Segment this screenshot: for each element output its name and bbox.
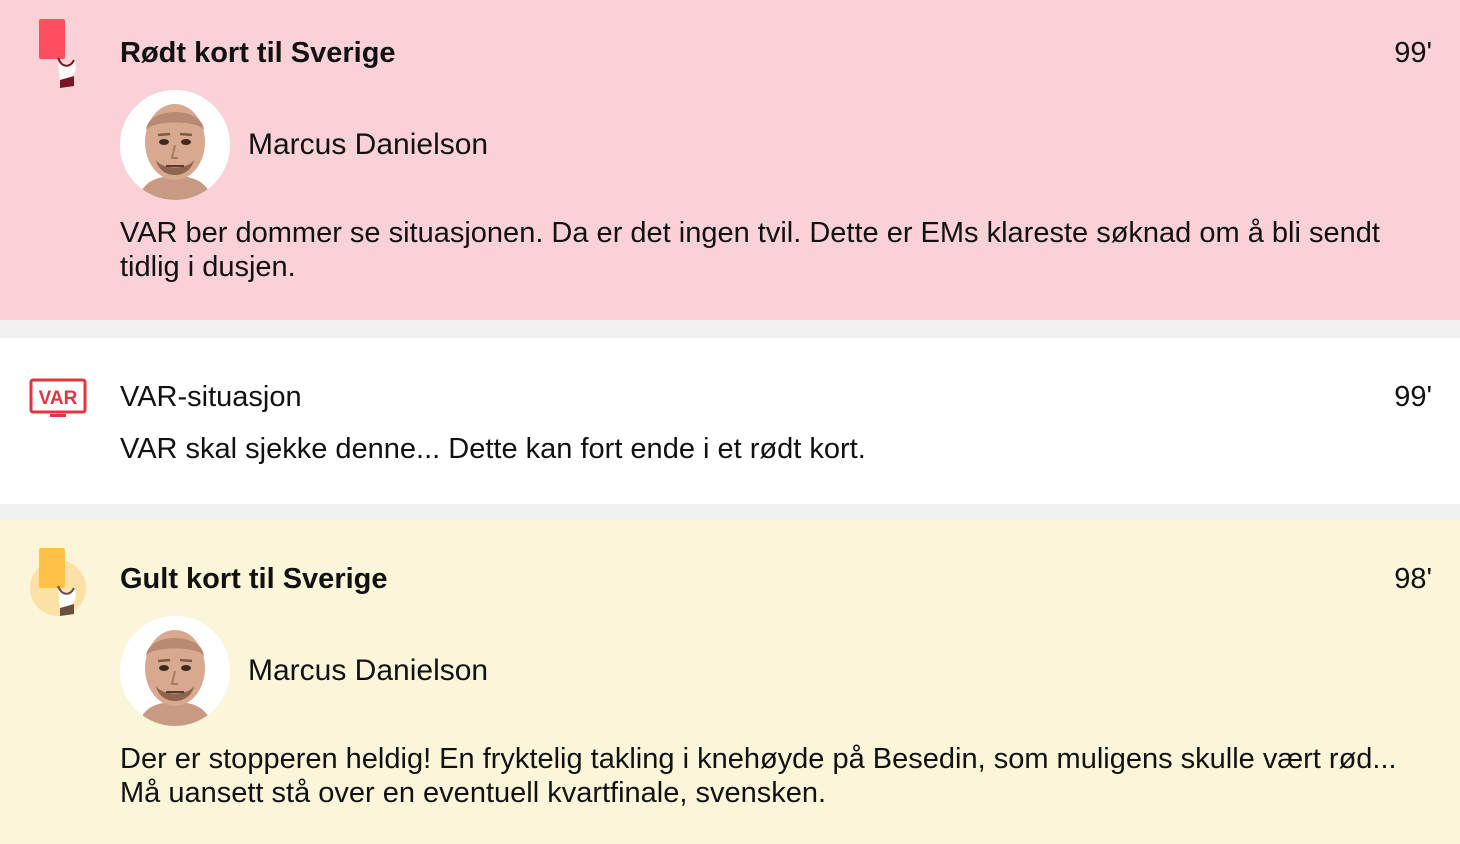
match-event-feed: Rødt kort til Sverige 99' Marcus Daniels… [0, 0, 1460, 844]
event-red-card: Rødt kort til Sverige 99' Marcus Daniels… [0, 0, 1460, 320]
event-text: VAR ber dommer se situasjonen. Da er det… [120, 217, 1380, 283]
player-name: Marcus Danielson [248, 128, 489, 161]
var-icon: VAR [24, 378, 94, 458]
player-avatar [120, 616, 230, 726]
red-card-icon [24, 16, 94, 96]
event-var: VAR VAR-situasjon 99' VAR skal sjekke de… [0, 338, 1460, 504]
event-text: VAR skal sjekke denne... Dette kan fort … [120, 433, 866, 465]
event-title: Gult kort til Sverige [120, 563, 388, 595]
player-avatar [120, 90, 230, 200]
player-name: Marcus Danielson [248, 654, 489, 687]
player-row[interactable]: Marcus Danielson [120, 616, 488, 726]
player-row[interactable]: Marcus Danielson [120, 90, 488, 200]
event-yellow-card: Gult kort til Sverige 98' Marcus Daniels… [0, 520, 1460, 844]
event-title: VAR-situasjon [120, 381, 302, 413]
event-title: Rødt kort til Sverige [120, 37, 396, 69]
event-minute: 98' [1394, 563, 1432, 595]
event-minute: 99' [1394, 381, 1432, 413]
event-minute: 99' [1394, 37, 1432, 69]
yellow-card-icon [24, 542, 94, 622]
event-text: Der er stopperen heldig! En fryktelig ta… [120, 743, 1397, 809]
var-icon-label: VAR [39, 388, 78, 409]
